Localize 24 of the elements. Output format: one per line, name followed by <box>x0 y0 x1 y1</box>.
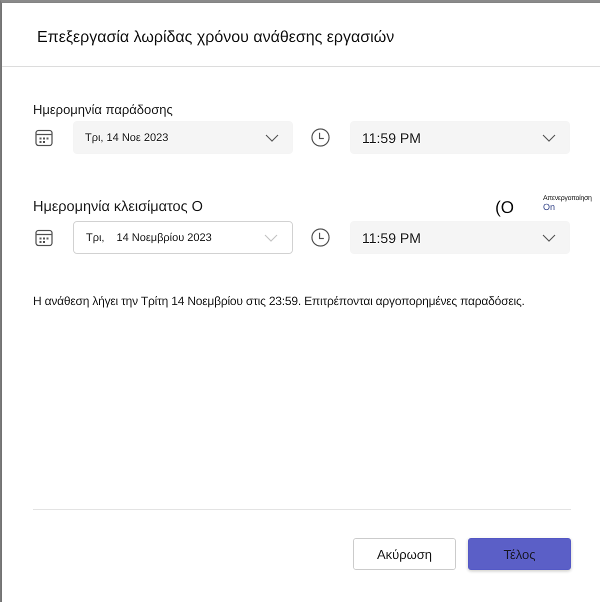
date-text: 14 Νοεμβρίου 2023 <box>116 232 212 244</box>
chevron-down-icon <box>542 234 556 242</box>
field-label: Ημερομηνία κλεισίματος O <box>33 199 204 215</box>
chevron-down-icon <box>265 134 279 142</box>
calendar-icon <box>35 228 53 246</box>
toggle-glyph-text: (O <box>495 198 514 218</box>
date-text: Τρι, <box>86 232 104 244</box>
summary-text: Η ανάθεση λήγει την Τρίτη 14 Νοεμβρίου στις 23:59. Επιτρέπονται αργοπορημένες παραδόσεις. <box>33 294 526 308</box>
time-text: 11:59 PM <box>362 230 421 246</box>
clock-icon <box>311 228 330 247</box>
chevron-down-icon <box>264 234 278 242</box>
dialog-title: Επεξεργασία λωρίδας χρόνου ανάθεσης εργασιών <box>37 29 394 46</box>
chevron-down-icon <box>542 134 556 142</box>
time-picker-field[interactable]: 11:59 PM <box>350 221 570 254</box>
date-picker-field[interactable]: Τρι, 14 Νοε 2023 <box>73 121 293 154</box>
time-text: 11:59 PM <box>362 130 421 146</box>
toggle-state-text: On <box>543 203 556 212</box>
date-text: Τρι, 14 Νοε 2023 <box>85 132 168 144</box>
date-picker-field[interactable]: Τρι, 14 Νοεμβρίου 2023 <box>73 221 293 254</box>
cancel-button[interactable]: Ακύρωση <box>353 538 456 570</box>
time-picker-field[interactable]: 11:59 PM <box>350 121 570 154</box>
calendar-icon <box>35 128 53 146</box>
field-label: Ημερομηνία παράδοσης <box>33 102 174 116</box>
clock-icon <box>311 128 330 147</box>
